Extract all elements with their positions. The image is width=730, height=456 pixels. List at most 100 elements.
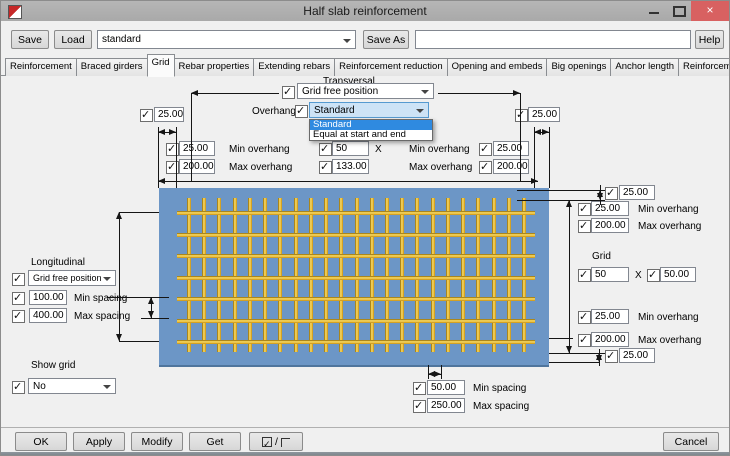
longitudinal-grid-free-position-checkbox[interactable] [12,272,25,286]
right-max-overhang-bottom-checkbox[interactable] [578,333,591,347]
cancel-button[interactable]: Cancel [663,432,719,451]
dimension-line [517,200,605,201]
apply-button[interactable]: Apply [73,432,125,451]
transversal-right-offset-field[interactable]: 25.00 [528,107,560,122]
dimension-line [549,338,573,339]
longitudinal-min-spacing-field[interactable]: 100.00 [29,290,67,305]
transversal-left-offset-checkbox[interactable] [140,108,153,122]
get-button[interactable]: Get [189,432,241,451]
tab-reinforcement-areas[interactable]: Reinforcement areas [678,58,729,76]
chevron-down-icon [103,385,111,389]
modify-button[interactable]: Modify [131,432,183,451]
save-as-button[interactable]: Save As [363,30,409,49]
transversal-left-max-overhang-field[interactable]: 200.00 [179,159,215,174]
tab-opening-and-embeds[interactable]: Opening and embeds [446,58,548,76]
overhang-checkbox[interactable] [295,104,308,118]
bottom-max-spacing-field[interactable]: 250.00 [427,398,465,413]
window-bottom-border [1,452,729,455]
right-grid-label: Grid [592,251,611,262]
tab-big-openings[interactable]: Big openings [546,58,612,76]
longitudinal-max-spacing-checkbox[interactable] [12,309,25,323]
longitudinal-max-spacing-field[interactable]: 400.00 [29,308,67,323]
maximize-button[interactable] [667,1,691,21]
dimension-line [191,93,279,94]
transversal-count-field[interactable]: 50 [332,141,369,156]
transversal-count-checkbox[interactable] [319,142,332,156]
tab-reinforcement-reduction[interactable]: Reinforcement reduction [334,58,448,76]
transversal-grid-free-position-combo[interactable]: Grid free position [297,83,434,99]
transversal-right-max-overhang-field[interactable]: 200.00 [493,159,529,174]
dimension-line [158,127,159,188]
transversal-grid-free-position-checkbox[interactable] [282,85,295,99]
right-min-overhang-bottom-field[interactable]: 25.00 [591,309,629,324]
transversal-left-min-overhang-field[interactable]: 25.00 [179,141,215,156]
preset-combo[interactable]: standard [97,30,356,49]
tab-anchor-length[interactable]: Anchor length [610,58,680,76]
dimension-line [141,318,169,319]
right-max-overhang-bottom-field[interactable]: 200.00 [591,332,629,347]
right-top-offset-field[interactable]: 25.00 [619,185,655,200]
dimension-arrow [513,90,520,96]
load-button[interactable]: Load [54,30,92,49]
rebar-horizontal [177,232,535,237]
toggle-all-checkboxes-button[interactable]: / [249,432,303,453]
tab-grid[interactable]: Grid [146,54,175,77]
transversal-right-min-overhang-label: Min overhang [409,144,470,155]
overhang-option-equal[interactable]: Equal at start and end [310,130,432,140]
right-min-overhang-top-field[interactable]: 25.00 [591,201,629,216]
transversal-spacing-field[interactable]: 133.00 [332,159,369,174]
right-grid-spacing-field[interactable]: 50.00 [660,267,696,282]
tab-braced-girders[interactable]: Braced girders [75,58,148,76]
transversal-left-max-overhang-checkbox[interactable] [166,160,179,174]
longitudinal-grid-free-position-combo[interactable]: Grid free position [28,270,116,286]
tab-extending-rebars[interactable]: Extending rebars [253,58,336,76]
right-bottom-offset-checkbox[interactable] [605,349,618,363]
overhang-dropdown-list: Standard Equal at start and end [309,119,433,141]
title-bar: Half slab reinforcement × [1,1,729,21]
tab-rebar-properties[interactable]: Rebar properties [173,58,255,76]
right-min-overhang-bottom-checkbox[interactable] [578,310,591,324]
bottom-max-spacing-label: Max spacing [473,401,530,412]
right-top-offset-checkbox[interactable] [605,186,618,200]
longitudinal-min-spacing-checkbox[interactable] [12,291,25,305]
right-min-overhang-top-checkbox[interactable] [578,202,591,216]
dimension-line [119,212,120,341]
bottom-min-spacing-checkbox[interactable] [413,381,426,395]
transversal-right-max-overhang-checkbox[interactable] [479,160,492,174]
right-bottom-offset-field[interactable]: 25.00 [619,348,655,363]
ok-button[interactable]: OK [15,432,67,451]
bottom-min-spacing-field[interactable]: 50.00 [427,380,465,395]
transversal-left-min-overhang-checkbox[interactable] [166,142,179,156]
overhang-label: Overhang [252,106,296,117]
bottom-min-spacing-label: Min spacing [473,383,527,394]
right-grid-count-checkbox[interactable] [578,268,591,282]
transversal-grid-free-position-value: Grid free position [302,86,379,97]
show-grid-combo[interactable]: No [28,378,116,394]
minimize-button[interactable] [641,1,667,21]
right-grid-count-field[interactable]: 50 [591,267,629,282]
transversal-right-min-overhang-field[interactable]: 25.00 [493,141,529,156]
save-as-name-input[interactable] [415,30,691,49]
right-max-overhang-top-checkbox[interactable] [578,219,591,233]
transversal-right-min-overhang-checkbox[interactable] [479,142,492,156]
minimize-icon [649,12,659,14]
right-min-overhang-top-label: Min overhang [638,204,699,215]
dimension-line [438,93,520,94]
bottom-max-spacing-checkbox[interactable] [413,399,426,413]
checked-checkbox-icon [262,435,273,453]
transversal-left-offset-field[interactable]: 25.00 [154,107,184,122]
show-grid-checkbox[interactable] [12,380,25,394]
dimension-arrow [148,311,154,318]
save-button[interactable]: Save [11,30,49,49]
overhang-combo[interactable]: Standard [309,102,429,118]
chevron-down-icon [103,277,111,281]
right-grid-spacing-checkbox[interactable] [647,268,660,282]
right-x-label: X [635,270,642,281]
help-button[interactable]: Help [695,30,724,49]
tab-reinforcement[interactable]: Reinforcement [5,58,77,76]
transversal-spacing-checkbox[interactable] [319,160,332,174]
right-max-overhang-top-field[interactable]: 200.00 [591,218,629,233]
close-button[interactable]: × [691,1,729,21]
dimension-arrow [148,297,154,304]
transversal-right-offset-checkbox[interactable] [515,108,528,122]
